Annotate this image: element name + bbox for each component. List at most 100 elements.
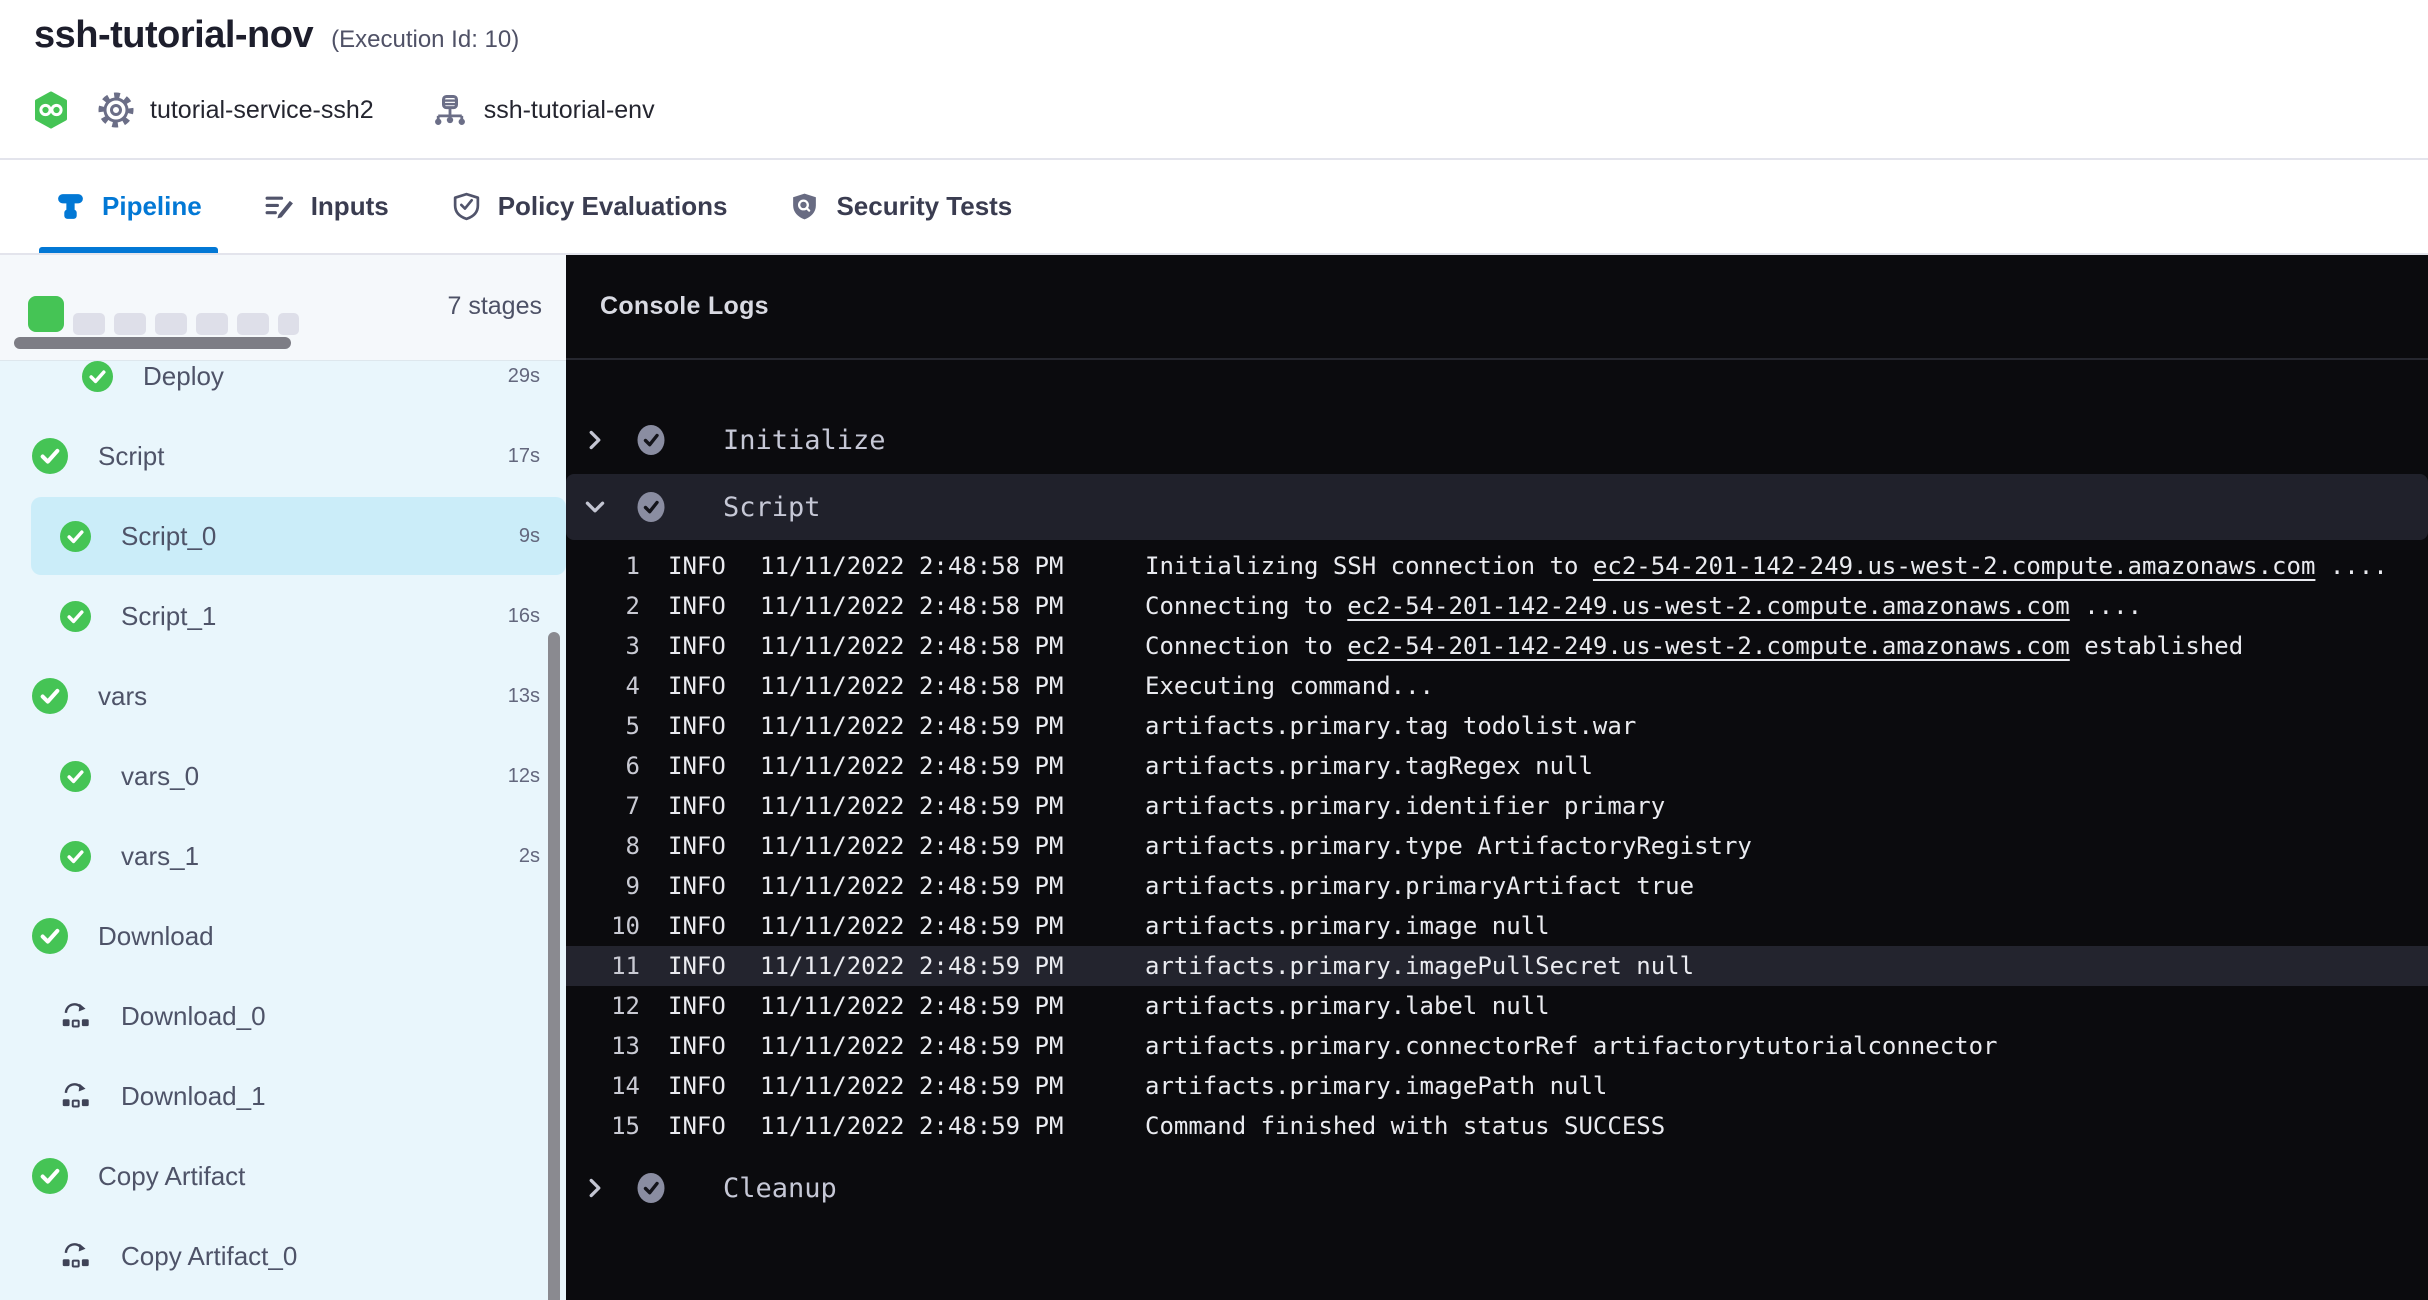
log-line[interactable]: 7 INFO 11/11/2022 2:48:59 PM artifacts.p… [566, 786, 2428, 826]
log-message-text: Connecting to [1145, 592, 1347, 620]
step-label: Download [98, 921, 214, 952]
chevron-right-icon[interactable] [582, 1175, 608, 1201]
step-row[interactable]: vars_1 2s [0, 816, 566, 896]
step-label: Script [98, 441, 164, 472]
step-label: Copy Artifact [98, 1161, 245, 1192]
environment-icon [430, 90, 470, 130]
log-timestamp: 11/11/2022 2:48:58 PM [760, 592, 1145, 620]
log-message-text: artifacts.primary.label null [1145, 992, 1550, 1020]
success-check-icon [60, 841, 91, 872]
service-gear-icon [96, 90, 136, 130]
stage-progress-square[interactable] [278, 313, 299, 335]
environment-name[interactable]: ssh-tutorial-env [484, 96, 655, 125]
log-line[interactable]: 9 INFO 11/11/2022 2:48:59 PM artifacts.p… [566, 866, 2428, 906]
log-timestamp: 11/11/2022 2:48:59 PM [760, 792, 1145, 820]
tab-security-tests[interactable]: Security Tests [789, 160, 1012, 253]
step-duration: 9s [519, 525, 566, 548]
step-row[interactable]: Script_1 16s [0, 576, 566, 656]
pipeline-icon [55, 191, 86, 222]
execution-sidebar: 7 stages Deploy 29s [0, 255, 566, 1300]
step-row[interactable]: Script 17s [0, 416, 566, 496]
log-timestamp: 11/11/2022 2:48:59 PM [760, 712, 1145, 740]
step-row[interactable]: Download_1 [0, 1056, 566, 1136]
stage-progress-square[interactable] [28, 296, 64, 332]
step-row[interactable]: Copy Artifact_0 [0, 1216, 566, 1296]
log-level: INFO [668, 712, 760, 740]
stage-progress-square[interactable] [237, 313, 269, 335]
log-line[interactable]: 8 INFO 11/11/2022 2:48:59 PM artifacts.p… [566, 826, 2428, 866]
stage-progress-squares [28, 296, 299, 335]
log-line-number: 4 [566, 672, 640, 700]
log-line-number: 5 [566, 712, 640, 740]
log-message-link[interactable]: ec2-54-201-142-249.us-west-2.compute.ama… [1347, 592, 2069, 620]
log-message: artifacts.primary.image null [1145, 912, 1550, 940]
log-level: INFO [668, 992, 760, 1020]
log-line[interactable]: 12 INFO 11/11/2022 2:48:59 PM artifacts.… [566, 986, 2428, 1026]
log-message: artifacts.primary.label null [1145, 992, 1550, 1020]
log-line-number: 8 [566, 832, 640, 860]
log-message-link[interactable]: ec2-54-201-142-249.us-west-2.compute.ama… [1347, 632, 2069, 660]
service-name[interactable]: tutorial-service-ssh2 [150, 96, 374, 125]
success-check-icon [32, 918, 68, 954]
section-name: Initialize [723, 425, 886, 456]
log-level: INFO [668, 752, 760, 780]
step-row[interactable]: Script_0 9s [0, 496, 566, 576]
log-line[interactable]: 6 INFO 11/11/2022 2:48:59 PM artifacts.p… [566, 746, 2428, 786]
log-line[interactable]: 1 INFO 11/11/2022 2:48:58 PM Initializin… [566, 546, 2428, 586]
log-message: Initializing SSH connection to ec2-54-20… [1145, 552, 2388, 580]
success-check-icon [32, 438, 68, 474]
log-line-number: 12 [566, 992, 640, 1020]
log-section-initialize[interactable]: Initialize [566, 412, 2428, 468]
execution-meta-row: tutorial-service-ssh2 ssh-tutorial-env [32, 90, 655, 130]
log-line[interactable]: 3 INFO 11/11/2022 2:48:58 PM Connection … [566, 626, 2428, 666]
log-line[interactable]: 13 INFO 11/11/2022 2:48:59 PM artifacts.… [566, 1026, 2428, 1066]
log-line[interactable]: 2 INFO 11/11/2022 2:48:58 PM Connecting … [566, 586, 2428, 626]
log-line[interactable]: 15 INFO 11/11/2022 2:48:59 PM Command fi… [566, 1106, 2428, 1146]
log-message: Connection to ec2-54-201-142-249.us-west… [1145, 632, 2243, 660]
chevron-down-icon[interactable] [582, 494, 608, 520]
step-label: Copy Artifact_0 [121, 1241, 297, 1272]
stage-progress-square[interactable] [114, 313, 146, 335]
log-level: INFO [668, 832, 760, 860]
log-message: artifacts.primary.type ArtifactoryRegist… [1145, 832, 1752, 860]
log-line[interactable]: 10 INFO 11/11/2022 2:48:59 PM artifacts.… [566, 906, 2428, 946]
stage-progress-square[interactable] [155, 313, 187, 335]
stage-progress-square[interactable] [196, 313, 228, 335]
log-line[interactable]: 11 INFO 11/11/2022 2:48:59 PM artifacts.… [566, 946, 2428, 986]
step-row[interactable]: Download_0 [0, 976, 566, 1056]
log-level: INFO [668, 1072, 760, 1100]
step-label: vars [98, 681, 147, 712]
step-duration: 17s [508, 445, 566, 468]
execution-id: (Execution Id: 10) [331, 26, 519, 54]
tab-label: Security Tests [836, 191, 1012, 222]
security-shield-icon [789, 191, 820, 222]
log-line[interactable]: 4 INFO 11/11/2022 2:48:58 PM Executing c… [566, 666, 2428, 706]
step-row[interactable]: vars_0 12s [0, 736, 566, 816]
step-row[interactable]: Download [0, 896, 566, 976]
log-message-text: Connection to [1145, 632, 1347, 660]
success-check-icon [60, 761, 91, 792]
log-level: INFO [668, 912, 760, 940]
log-line[interactable]: 5 INFO 11/11/2022 2:48:59 PM artifacts.p… [566, 706, 2428, 746]
log-message-text: Executing command... [1145, 672, 1434, 700]
log-line[interactable]: 14 INFO 11/11/2022 2:48:59 PM artifacts.… [566, 1066, 2428, 1106]
log-timestamp: 11/11/2022 2:48:59 PM [760, 832, 1145, 860]
stage-horizontal-scrollbar[interactable] [14, 337, 291, 349]
log-section-cleanup[interactable]: Cleanup [566, 1160, 2428, 1216]
step-row[interactable]: Copy Artifact [0, 1136, 566, 1216]
policy-shield-icon [451, 191, 482, 222]
log-level: INFO [668, 1032, 760, 1060]
log-section-script[interactable]: Script [566, 474, 2428, 540]
tab-inputs[interactable]: Inputs [264, 160, 389, 253]
chevron-right-icon[interactable] [582, 427, 608, 453]
tab-policy-evaluations[interactable]: Policy Evaluations [451, 160, 728, 253]
stage-progress-square[interactable] [73, 313, 105, 335]
log-message-text: artifacts.primary.tagRegex null [1145, 752, 1593, 780]
log-message-text: artifacts.primary.imagePath null [1145, 1072, 1607, 1100]
sidebar-vertical-scrollbar[interactable] [548, 632, 560, 1300]
step-duration: 29s [508, 365, 566, 388]
step-row[interactable]: vars 13s [0, 656, 566, 736]
tab-pipeline[interactable]: Pipeline [55, 160, 202, 253]
log-message-link[interactable]: ec2-54-201-142-249.us-west-2.compute.ama… [1593, 552, 2315, 580]
log-line-number: 15 [566, 1112, 640, 1140]
